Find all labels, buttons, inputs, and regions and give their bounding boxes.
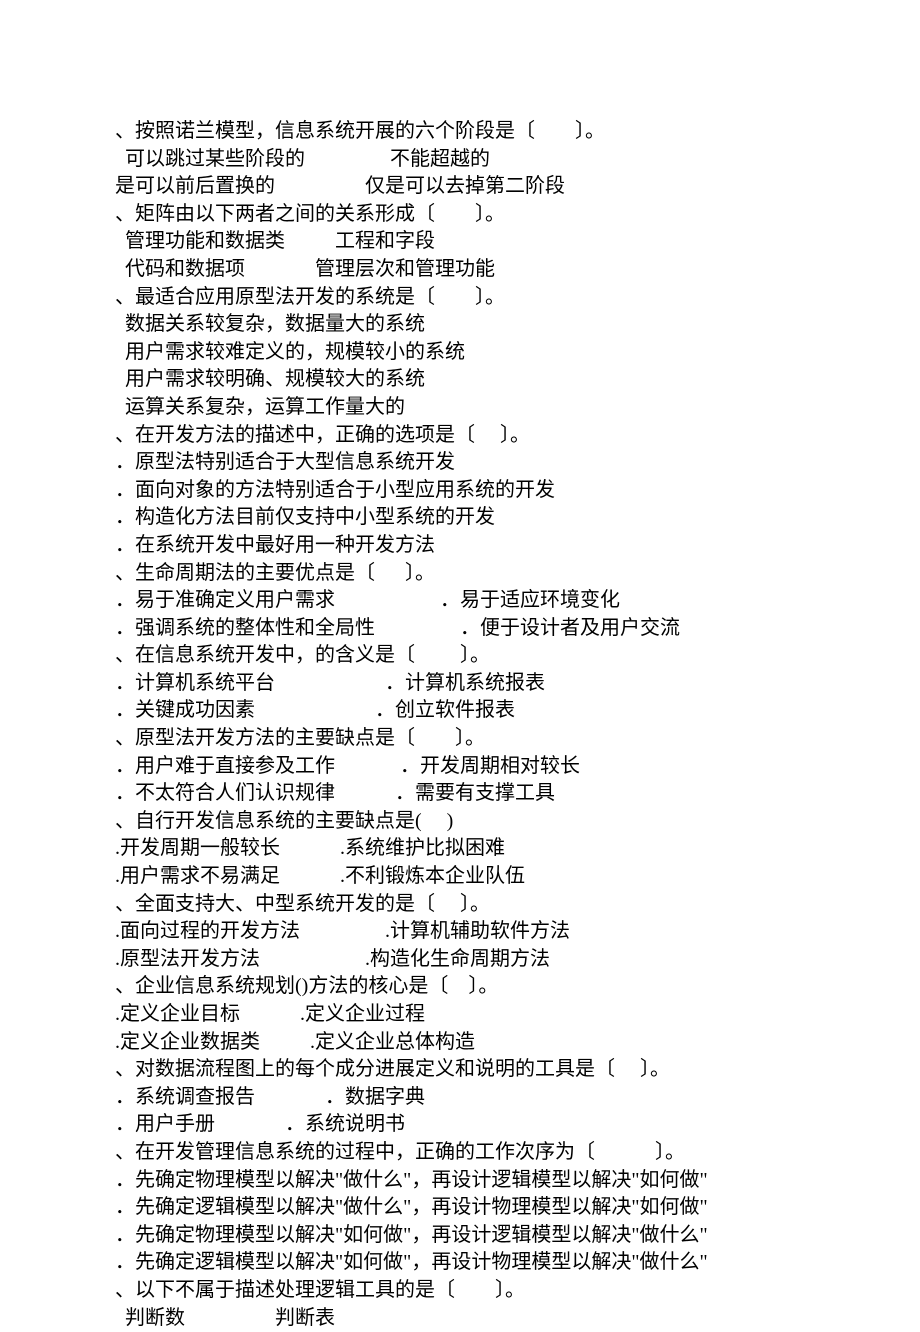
text-line: 、自行开发信息系统的主要缺点是( ) bbox=[115, 808, 805, 836]
text-line: .定义企业目标 .定义企业过程 bbox=[115, 1001, 805, 1029]
text-line: 、在信息系统开发中，的含义是〔 〕。 bbox=[115, 642, 805, 670]
text-line: 、企业信息系统规划()方法的核心是〔 〕。 bbox=[115, 973, 805, 1001]
text-line: 是可以前后置换的 仅是可以去掉第二阶段 bbox=[115, 173, 805, 201]
text-line: ．计算机系统平台 ．计算机系统报表 bbox=[115, 670, 805, 698]
text-line: 、在开发管理信息系统的过程中，正确的工作次序为〔 〕。 bbox=[115, 1139, 805, 1167]
text-line: 数据关系较复杂，数据量大的系统 bbox=[115, 311, 805, 339]
document-page: 、按照诺兰模型，信息系统开展的六个阶段是〔 〕。 可以跳过某些阶段的 不能超越的… bbox=[0, 0, 920, 1332]
text-line: .定义企业数据类 .定义企业总体构造 bbox=[115, 1029, 805, 1057]
text-line: ．面向对象的方法特别适合于小型应用系统的开发 bbox=[115, 477, 805, 505]
text-line: ．不太符合人们认识规律 ．需要有支撑工具 bbox=[115, 780, 805, 808]
text-line: 、对数据流程图上的每个成分进展定义和说明的工具是〔 〕。 bbox=[115, 1056, 805, 1084]
text-line: ．系统调查报告 ．数据字典 bbox=[115, 1084, 805, 1112]
text-line: 判断数 判断表 bbox=[115, 1305, 805, 1332]
text-line: ．在系统开发中最好用一种开发方法 bbox=[115, 532, 805, 560]
text-line: ．先确定物理模型以解决"做什么"，再设计逻辑模型以解决"如何做" bbox=[115, 1167, 805, 1195]
text-line: ．用户难于直接参及工作 ．开发周期相对较长 bbox=[115, 753, 805, 781]
text-line: 、原型法开发方法的主要缺点是〔 〕。 bbox=[115, 725, 805, 753]
text-line: 用户需求较难定义的，规模较小的系统 bbox=[115, 339, 805, 367]
text-line: 、生命周期法的主要优点是〔 〕。 bbox=[115, 560, 805, 588]
text-line: 、以下不属于描述处理逻辑工具的是〔 〕。 bbox=[115, 1277, 805, 1305]
text-line: ．用户手册 ．系统说明书 bbox=[115, 1111, 805, 1139]
text-line: 运算关系复杂，运算工作量大的 bbox=[115, 394, 805, 422]
text-line: .用户需求不易满足 .不利锻炼本企业队伍 bbox=[115, 863, 805, 891]
text-line: ．先确定物理模型以解决"如何做"，再设计逻辑模型以解决"做什么" bbox=[115, 1222, 805, 1250]
text-line: 管理功能和数据类 工程和字段 bbox=[115, 228, 805, 256]
text-line: 用户需求较明确、规模较大的系统 bbox=[115, 366, 805, 394]
text-line: ．原型法特别适合于大型信息系统开发 bbox=[115, 449, 805, 477]
text-line: 可以跳过某些阶段的 不能超越的 bbox=[115, 146, 805, 174]
text-line: 、在开发方法的描述中，正确的选项是〔 〕。 bbox=[115, 422, 805, 450]
text-line: 、全面支持大、中型系统开发的是〔 〕。 bbox=[115, 891, 805, 919]
text-line: 代码和数据项 管理层次和管理功能 bbox=[115, 256, 805, 284]
text-line: .原型法开发方法 .构造化生命周期方法 bbox=[115, 946, 805, 974]
text-line: .面向过程的开发方法 .计算机辅助软件方法 bbox=[115, 918, 805, 946]
text-line: 、按照诺兰模型，信息系统开展的六个阶段是〔 〕。 bbox=[115, 118, 805, 146]
text-line: ．构造化方法目前仅支持中小型系统的开发 bbox=[115, 504, 805, 532]
text-line: 、矩阵由以下两者之间的关系形成〔 〕。 bbox=[115, 201, 805, 229]
text-line: .开发周期一般较长 .系统维护比拟困难 bbox=[115, 835, 805, 863]
text-line: ．强调系统的整体性和全局性 ．便于设计者及用户交流 bbox=[115, 615, 805, 643]
text-line: ．先确定逻辑模型以解决"做什么"，再设计物理模型以解决"如何做" bbox=[115, 1194, 805, 1222]
text-line: ．关键成功因素 ．创立软件报表 bbox=[115, 697, 805, 725]
text-line: ．先确定逻辑模型以解决"如何做"，再设计物理模型以解决"做什么" bbox=[115, 1249, 805, 1277]
text-line: 、最适合应用原型法开发的系统是〔 〕。 bbox=[115, 284, 805, 312]
text-line: ．易于准确定义用户需求 ．易于适应环境变化 bbox=[115, 587, 805, 615]
